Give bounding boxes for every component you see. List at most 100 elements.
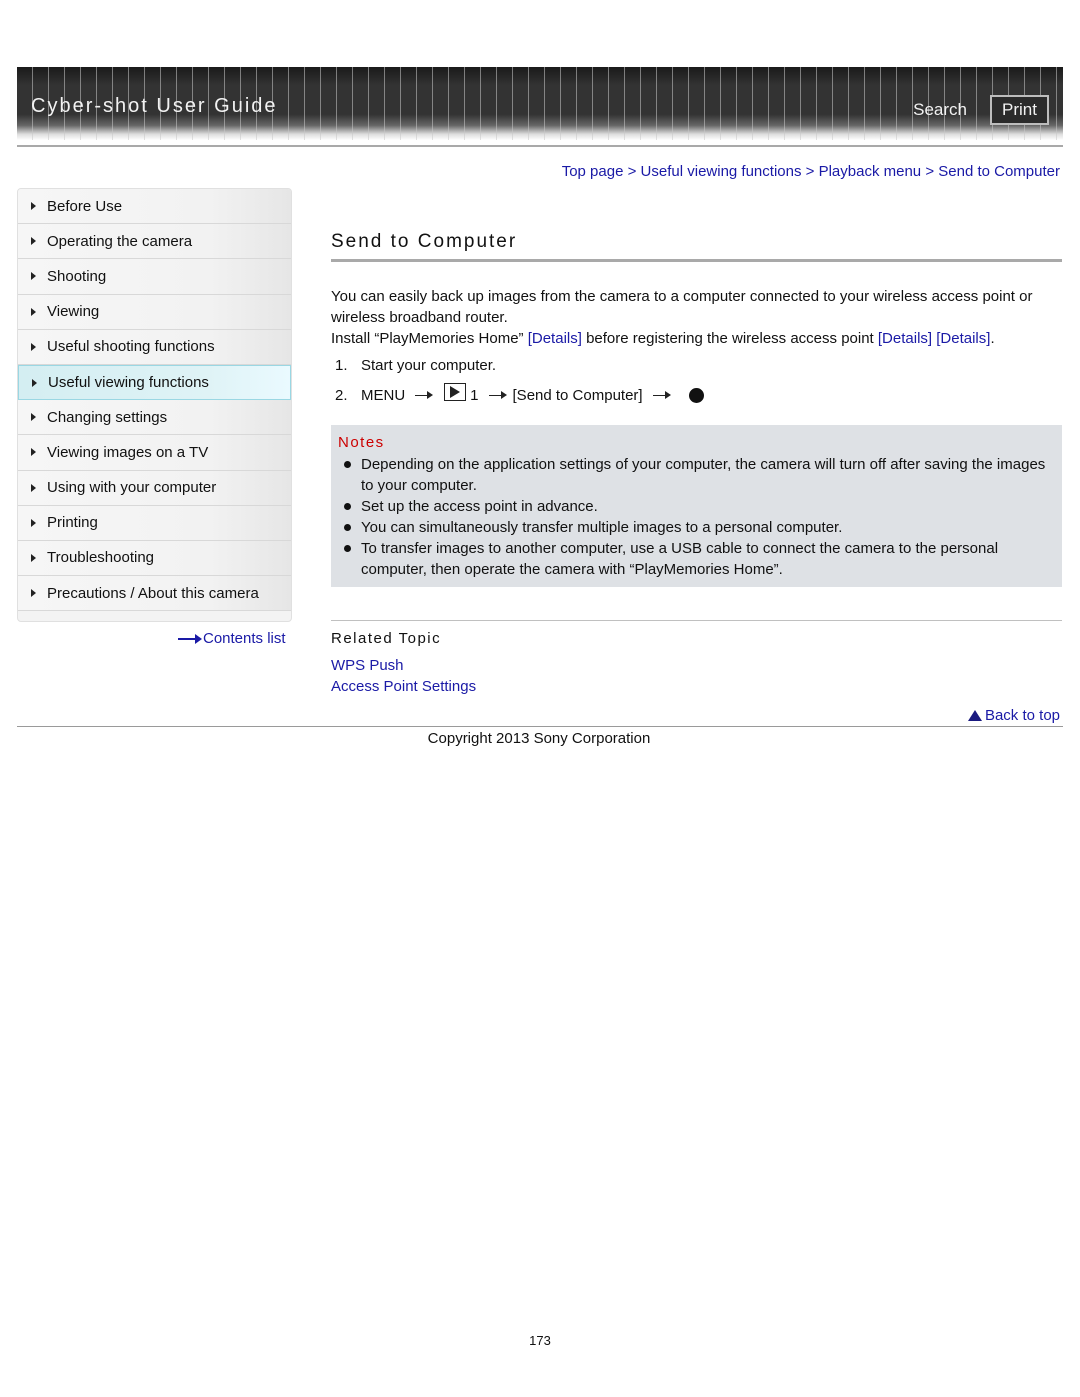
triangle-right-icon: [31, 483, 36, 492]
note-text: Set up the access point in advance.: [361, 498, 598, 515]
footer-divider: [17, 726, 1063, 727]
arrow-right-icon: [415, 392, 434, 399]
sidebar-item-using-with-computer[interactable]: Using with your computer: [18, 470, 291, 506]
intro-text: You can easily back up images from the c…: [331, 286, 1066, 349]
center-button-icon: [688, 388, 704, 403]
related-links: WPS Push Access Point Settings: [331, 655, 476, 697]
step-text: Start your computer.: [361, 357, 497, 374]
sidebar-item-label: Shooting: [47, 267, 107, 285]
sidebar-item-troubleshooting[interactable]: Troubleshooting: [18, 540, 291, 577]
sidebar-item-label: Viewing: [47, 303, 100, 321]
sidebar-item-operating-the-camera[interactable]: Operating the camera: [18, 224, 291, 260]
triangle-right-icon: [31, 589, 36, 598]
arrow-right-icon: [488, 392, 507, 399]
page-number: 173: [529, 1333, 551, 1348]
triangle-right-icon: [31, 518, 36, 527]
triangle-right-icon: [31, 272, 36, 281]
bullet-icon: [344, 524, 351, 531]
triangle-right-icon: [31, 202, 36, 211]
install-text-end: .: [990, 330, 995, 347]
steps-list: 1. Start your computer. 2. MENU 1 [Send …: [335, 355, 704, 406]
intro-paragraph: You can easily back up images from the c…: [331, 288, 1033, 326]
note-item: To transfer images to another computer, …: [338, 538, 1052, 580]
page-title: Send to Computer: [331, 231, 518, 252]
bullet-icon: [344, 503, 351, 510]
sidebar-item-label: Before Use: [47, 197, 123, 215]
sidebar-item-printing[interactable]: Printing: [18, 505, 291, 541]
step-number: 1.: [335, 357, 348, 374]
step-number: 2.: [335, 387, 348, 404]
triangle-right-icon: [31, 448, 36, 457]
back-to-top-label: Back to top: [984, 707, 1060, 724]
note-text: You can simultaneously transfer multiple…: [361, 519, 843, 536]
breadcrumb-useful-viewing-functions[interactable]: Useful viewing functions: [641, 163, 802, 180]
triangle-right-icon: [31, 553, 36, 562]
install-text-2: before registering the wireless access p…: [581, 330, 878, 347]
step-2: 2. MENU 1 [Send to Computer]: [335, 382, 704, 406]
sidebar-item-useful-viewing-functions[interactable]: Useful viewing functions: [18, 364, 291, 401]
sidebar-item-shooting[interactable]: Shooting: [18, 259, 291, 295]
print-button[interactable]: Print: [990, 95, 1049, 125]
header-banner: Cyber-shot User Guide Search Print: [17, 67, 1063, 140]
sidebar-item-viewing-images-on-tv[interactable]: Viewing images on a TV: [18, 435, 291, 471]
breadcrumb-separator: >: [627, 163, 641, 180]
breadcrumb-send-to-computer[interactable]: Send to Computer: [938, 163, 1060, 180]
arrow-right-icon: [178, 633, 202, 644]
sidebar-item-label: Useful viewing functions: [48, 374, 209, 392]
sidebar-item-label: Changing settings: [47, 408, 168, 426]
sidebar-item-precautions[interactable]: Precautions / About this camera: [18, 576, 291, 612]
triangle-right-icon: [31, 307, 36, 316]
related-link-wps-push[interactable]: WPS Push: [331, 655, 476, 676]
title-divider: [331, 259, 1062, 262]
triangle-right-icon: [32, 378, 37, 387]
bullet-icon: [344, 461, 351, 468]
note-text: To transfer images to another computer, …: [361, 540, 999, 578]
related-link-access-point-settings[interactable]: Access Point Settings: [331, 676, 476, 697]
breadcrumb-separator: >: [805, 163, 819, 180]
sidebar-item-label: Printing: [47, 514, 98, 532]
triangle-right-icon: [31, 413, 36, 422]
triangle-right-icon: [31, 237, 36, 246]
menu-label: MENU: [361, 387, 406, 404]
arrow-right-icon: [652, 392, 671, 399]
details-link-access-point-2[interactable]: [Details]: [936, 330, 990, 347]
note-item: You can simultaneously transfer multiple…: [338, 517, 1052, 538]
back-to-top-link[interactable]: Back to top: [967, 707, 1060, 724]
sidebar-item-label: Precautions / About this camera: [47, 584, 259, 602]
header-divider: [17, 145, 1063, 147]
sidebar-item-label: Viewing images on a TV: [47, 443, 209, 461]
breadcrumb: Top page > Useful viewing functions > Pl…: [562, 163, 1060, 180]
related-topic-title: Related Topic: [331, 630, 442, 647]
details-link-access-point-1[interactable]: [Details]: [878, 330, 932, 347]
triangle-up-icon: [967, 710, 982, 721]
playback-icon: [444, 382, 467, 401]
contents-list-label: Contents list: [203, 630, 286, 647]
sidebar-item-viewing[interactable]: Viewing: [18, 294, 291, 330]
menu-item-label: [Send to Computer]: [512, 387, 643, 404]
guide-title: Cyber-shot User Guide: [31, 95, 278, 117]
step-1: 1. Start your computer.: [335, 355, 704, 376]
sidebar-item-changing-settings[interactable]: Changing settings: [18, 400, 291, 436]
bullet-icon: [344, 545, 351, 552]
sidebar-item-label: Using with your computer: [47, 479, 217, 497]
note-text: Depending on the application settings of…: [361, 456, 1046, 494]
breadcrumb-playback-menu[interactable]: Playback menu: [819, 163, 922, 180]
sidebar-item-before-use[interactable]: Before Use: [18, 189, 291, 225]
sidebar-item-useful-shooting-functions[interactable]: Useful shooting functions: [18, 329, 291, 365]
note-item: Depending on the application settings of…: [338, 454, 1052, 496]
breadcrumb-separator: >: [925, 163, 939, 180]
notes-box: Notes Depending on the application setti…: [331, 425, 1062, 587]
sidebar-item-label: Operating the camera: [47, 232, 193, 250]
sidebar-item-label: Troubleshooting: [47, 549, 155, 567]
install-text: Install “PlayMemories Home”: [331, 330, 528, 347]
breadcrumb-top-page[interactable]: Top page: [562, 163, 624, 180]
contents-list-link[interactable]: Contents list: [178, 630, 286, 647]
tab-number: 1: [470, 387, 479, 404]
notes-title: Notes: [338, 434, 385, 451]
copyright-text: Copyright 2013 Sony Corporation: [427, 730, 651, 747]
install-paragraph: Install “PlayMemories Home” [Details] be…: [331, 328, 1066, 349]
details-link-playmemories[interactable]: [Details]: [528, 330, 582, 347]
search-link[interactable]: Search: [913, 100, 967, 120]
triangle-right-icon: [31, 342, 36, 351]
note-item: Set up the access point in advance.: [338, 496, 1052, 517]
